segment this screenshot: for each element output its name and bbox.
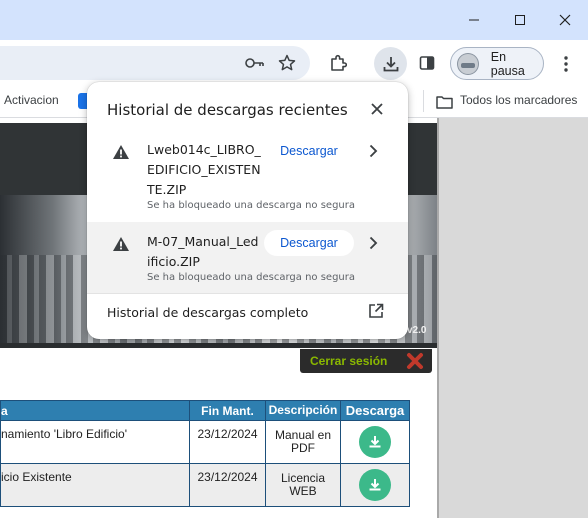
all-bookmarks-folder[interactable]: Todos los marcadores [460, 93, 577, 107]
popup-title: Historial de descargas recientes [107, 101, 348, 119]
download-file-button[interactable] [359, 426, 391, 458]
close-x-icon [407, 353, 423, 369]
col-header-title: a [0, 400, 190, 421]
downloads-button[interactable] [374, 47, 407, 80]
avatar [457, 52, 479, 75]
cell-download [340, 420, 410, 464]
download-icon [369, 436, 381, 448]
password-key-icon[interactable] [244, 53, 266, 73]
logout-button[interactable]: Cerrar sesión [300, 349, 432, 373]
logout-label: Cerrar sesión [310, 354, 388, 368]
downloads-popup: Historial de descargas recientes Lweb014… [87, 82, 408, 339]
col-header-description: Descripción [265, 400, 341, 421]
open-external-icon[interactable] [368, 303, 384, 319]
minimize-icon [469, 19, 479, 21]
col-header-end-date: Fin Mant. [189, 400, 266, 421]
cell-date: 23/12/2024 [189, 420, 266, 464]
menu-kebab-icon[interactable] [556, 52, 576, 76]
version-badge: v2.0 [407, 325, 427, 336]
popup-divider [87, 293, 408, 294]
extensions-puzzle-icon[interactable] [326, 51, 350, 75]
cell-title: icio Existente [0, 463, 190, 507]
download-status: Se ha bloqueado una descarga no segura [147, 272, 356, 283]
folder-icon [436, 94, 453, 113]
cell-description: Manual en PDF [265, 420, 341, 464]
full-download-history-link[interactable]: Historial de descargas completo [107, 305, 308, 320]
close-icon [371, 103, 383, 115]
maximize-button[interactable] [497, 0, 543, 40]
side-panel-icon[interactable] [416, 52, 438, 74]
profile-status-label: En pausa [490, 49, 525, 78]
bookmark-activacion[interactable]: Activacion [4, 93, 59, 107]
download-filename: Lweb014c_LIBRO_ EDIFICIO_EXISTEN TE.ZIP [147, 142, 261, 197]
maximize-icon [515, 15, 525, 25]
documents-table: a Fin Mant. Descripción Descarga namient… [0, 400, 410, 507]
cell-date: 23/12/2024 [189, 463, 266, 507]
download-status: Se ha bloqueado una descarga no segura [147, 200, 356, 211]
table-row: namiento 'Libro Edificio' 23/12/2024 Man… [0, 420, 410, 464]
download-icon [383, 56, 398, 71]
table-row: icio Existente 23/12/2024 Licencia WEB [0, 463, 410, 507]
download-filename: M-07_Manual_Led ificio.ZIP [147, 234, 259, 269]
warning-icon [113, 145, 129, 159]
download-item[interactable]: M-07_Manual_Led ificio.ZIP Se ha bloquea… [87, 222, 408, 293]
cell-download [340, 463, 410, 507]
close-icon [559, 14, 571, 26]
download-item[interactable]: Lweb014c_LIBRO_ EDIFICIO_EXISTEN TE.ZIP … [87, 130, 408, 220]
title-bar [0, 0, 588, 40]
page-side-background [437, 118, 588, 518]
chevron-right-icon[interactable] [368, 236, 378, 250]
cell-title: namiento 'Libro Edificio' [0, 420, 190, 464]
download-anyway-button[interactable]: Descargar [264, 230, 354, 256]
bookmarks-separator [423, 90, 424, 112]
popup-close-button[interactable] [366, 98, 388, 120]
col-header-download: Descarga [340, 400, 410, 421]
chevron-right-icon[interactable] [368, 144, 378, 158]
banner-border [0, 343, 437, 348]
download-icon [369, 479, 381, 491]
download-anyway-button[interactable]: Descargar [264, 138, 354, 164]
download-file-button[interactable] [359, 469, 391, 501]
warning-icon [113, 237, 129, 251]
close-window-button[interactable] [542, 0, 588, 40]
address-bar[interactable] [0, 46, 310, 80]
profile-button[interactable]: En pausa [450, 47, 544, 80]
bookmark-star-icon[interactable] [275, 52, 299, 74]
cell-description: Licencia WEB [265, 463, 341, 507]
minimize-button[interactable] [451, 0, 497, 40]
